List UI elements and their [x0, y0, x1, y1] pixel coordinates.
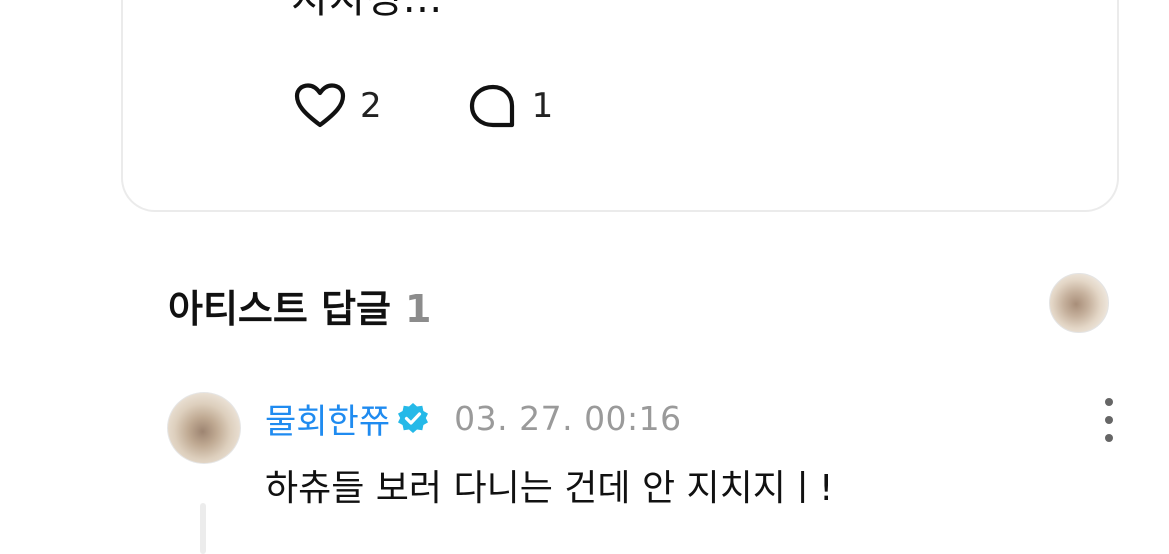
post-card: 지치징... 2 1: [121, 0, 1119, 212]
comment-author-avatar[interactable]: [167, 392, 241, 464]
more-vertical-icon-dot-3: [1105, 434, 1113, 442]
artist-replies-count: 1: [405, 287, 432, 331]
page: 지치징... 2 1 아티스트 답글 1: [0, 0, 1169, 554]
comment-header: 물회한쮸 03. 27. 00:16: [265, 394, 682, 443]
more-vertical-icon-dot-2: [1105, 416, 1113, 424]
heart-outline-icon: [294, 83, 346, 129]
comment-button[interactable]: 1: [468, 83, 554, 129]
comment-text: 하츄들 보러 다니는 건데 안 지치지ㅣ!: [265, 468, 834, 509]
more-options-button[interactable]: [1097, 398, 1121, 442]
comment-author-name[interactable]: 물회한쮸: [265, 394, 390, 443]
more-vertical-icon-dot-1: [1105, 398, 1113, 406]
verified-badge-icon: [396, 401, 430, 435]
artist-replies-title: 아티스트 답글: [168, 287, 391, 331]
like-count: 2: [360, 86, 382, 126]
post-text: 지치징...: [291, 0, 443, 24]
speech-bubble-icon: [468, 83, 518, 129]
thread-line: [200, 503, 206, 554]
post-actions: 2 1: [294, 83, 553, 129]
artist-avatar[interactable]: [1049, 273, 1109, 333]
artist-replies-heading: 아티스트 답글 1: [168, 278, 431, 333]
comment-count: 1: [531, 86, 554, 126]
like-button[interactable]: 2: [294, 83, 382, 129]
comment-timestamp: 03. 27. 00:16: [454, 398, 682, 438]
